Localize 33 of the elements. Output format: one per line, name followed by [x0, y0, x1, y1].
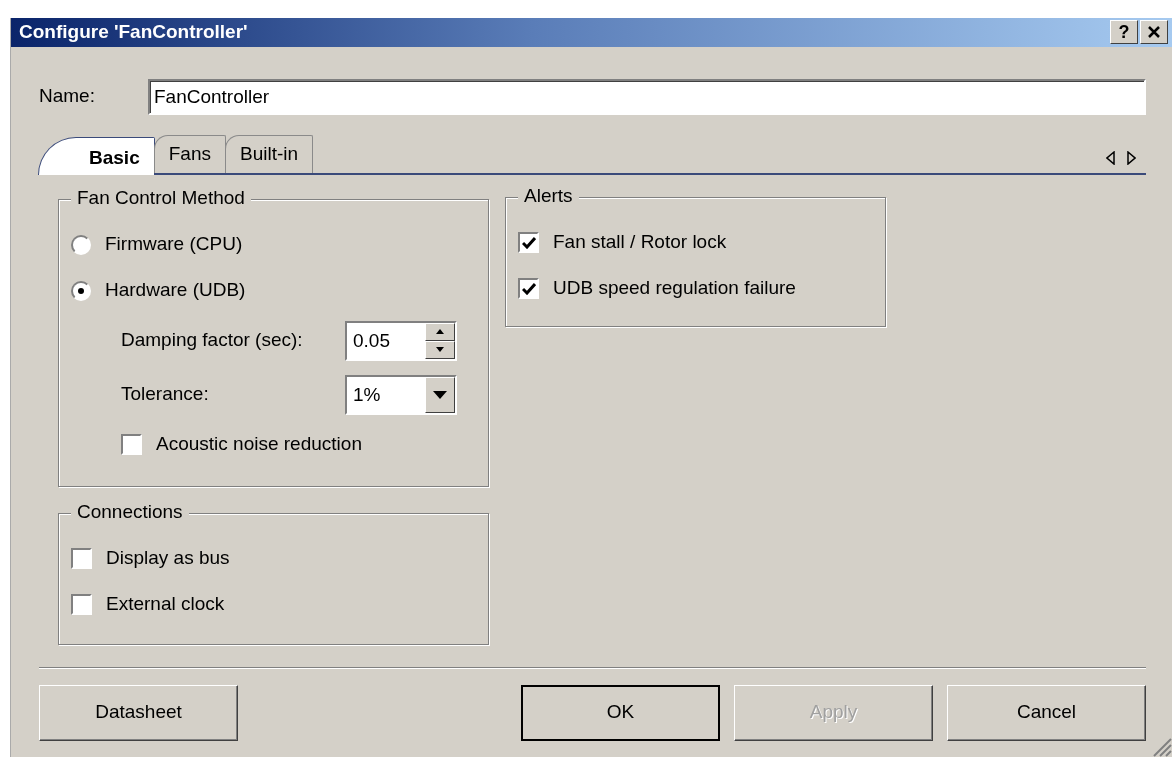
checkbox-label: Acoustic noise reduction	[156, 432, 362, 457]
spin-field[interactable]: 0.05	[345, 320, 457, 361]
radio-button[interactable]	[71, 234, 91, 255]
checkbox-label: Display as bus	[106, 546, 230, 571]
tab[interactable]: Basic	[38, 136, 155, 175]
tab[interactable]: Built-in	[224, 135, 314, 173]
tab[interactable]: Fans	[153, 135, 226, 173]
checkbox[interactable]	[71, 594, 92, 615]
field-label: Damping factor (sec):	[121, 328, 304, 353]
checkbox-label: External clock	[106, 592, 225, 617]
radio-label: Firmware (CPU)	[105, 232, 243, 257]
close-icon	[1147, 25, 1161, 40]
scroll-right-icon[interactable]	[1127, 150, 1136, 165]
checkbox[interactable]	[121, 434, 142, 455]
dialog-button[interactable]: OK	[521, 684, 720, 741]
window-title: Configure 'FanController'	[19, 20, 249, 44]
field-label: Tolerance:	[121, 382, 210, 407]
spin-up-icon[interactable]	[425, 322, 455, 341]
field-label: Name:	[39, 84, 96, 109]
dropdown[interactable]: 1%	[345, 374, 457, 415]
dialog-button[interactable]: Datasheet	[39, 684, 238, 741]
checkbox[interactable]	[518, 278, 539, 299]
close-button[interactable]	[1140, 20, 1168, 45]
checkbox[interactable]	[71, 548, 92, 569]
radio-label: Hardware (UDB)	[105, 278, 246, 303]
dialog-button[interactable]: Cancel	[947, 684, 1146, 741]
checkbox[interactable]	[518, 232, 539, 253]
radio-button[interactable]	[71, 280, 91, 301]
checkbox-label: Fan stall / Rotor lock	[553, 230, 727, 255]
scroll-left-icon[interactable]	[1106, 150, 1115, 165]
help-button[interactable]: ?	[1110, 20, 1138, 45]
name-field[interactable]: FanController	[148, 78, 1146, 115]
checkbox-label: UDB speed regulation failure	[553, 276, 796, 301]
